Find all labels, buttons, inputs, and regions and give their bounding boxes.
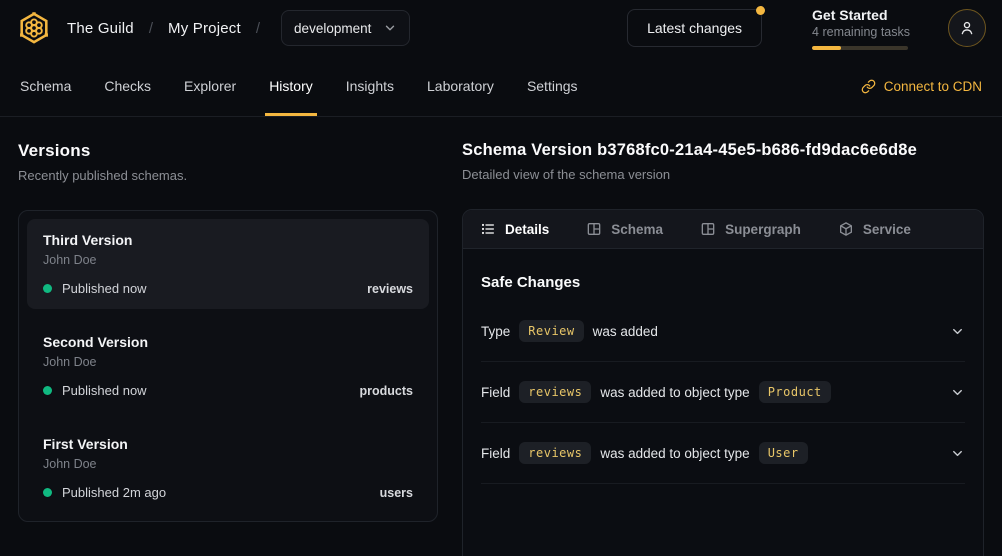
latest-changes-label: Latest changes: [647, 20, 742, 36]
main-content: Versions Recently published schemas. Thi…: [0, 117, 1002, 556]
tab-insights[interactable]: Insights: [346, 56, 394, 116]
detail-tabs: Details Schema S: [463, 210, 983, 249]
detail-tab-service[interactable]: Service: [838, 221, 911, 237]
type-badge: User: [759, 442, 808, 464]
breadcrumb-org[interactable]: The Guild: [67, 20, 134, 37]
get-started-subtitle: 4 remaining tasks: [812, 25, 910, 39]
version-name: First Version: [43, 436, 413, 452]
code-badge: Review: [519, 320, 583, 342]
versions-title: Versions: [18, 141, 438, 161]
connect-to-cdn-link[interactable]: Connect to CDN: [861, 56, 982, 116]
schema-version-subtitle: Detailed view of the schema version: [462, 167, 984, 182]
latest-changes-button[interactable]: Latest changes: [627, 9, 762, 47]
detail-tab-label: Details: [505, 222, 549, 237]
change-prefix: Field: [481, 385, 510, 400]
chevron-down-icon: [950, 385, 965, 400]
version-name: Third Version: [43, 232, 413, 248]
get-started-widget[interactable]: Get Started 4 remaining tasks: [812, 7, 910, 50]
service-name: users: [380, 486, 413, 500]
published-dot-icon: [43, 488, 52, 497]
tab-explorer[interactable]: Explorer: [184, 56, 236, 116]
version-item-third[interactable]: Third Version John Doe Published now rev…: [27, 219, 429, 309]
published-dot-icon: [43, 386, 52, 395]
tab-laboratory[interactable]: Laboratory: [427, 56, 494, 116]
service-name: reviews: [367, 282, 413, 296]
detail-tab-label: Schema: [611, 222, 663, 237]
type-badge: Product: [759, 381, 831, 403]
list-icon: [480, 221, 496, 237]
change-text: was added: [593, 324, 658, 339]
version-author: John Doe: [43, 457, 413, 471]
version-item-second[interactable]: Second Version John Doe Published now pr…: [27, 321, 429, 411]
change-row-field-product[interactable]: Field reviews was added to object type P…: [481, 362, 965, 423]
schema-version-panel: Schema Version b3768fc0-21a4-45e5-b686-f…: [462, 141, 984, 556]
get-started-progress: [812, 46, 908, 50]
version-item-first[interactable]: First Version John Doe Published 2m ago …: [27, 423, 429, 513]
versions-panel: Versions Recently published schemas. Thi…: [18, 141, 438, 556]
panels-icon: [586, 221, 602, 237]
versions-subtitle: Recently published schemas.: [18, 168, 438, 183]
cube-icon: [838, 221, 854, 237]
tab-settings[interactable]: Settings: [527, 56, 578, 116]
get-started-title: Get Started: [812, 7, 910, 23]
detail-body: Safe Changes Type Review was added Field…: [463, 249, 983, 484]
tab-schema[interactable]: Schema: [20, 56, 71, 116]
top-bar: The Guild / My Project / development Lat…: [0, 0, 1002, 56]
detail-tab-schema[interactable]: Schema: [586, 221, 663, 237]
person-icon: [958, 19, 976, 37]
nav-tabs: Schema Checks Explorer History Insights …: [0, 56, 1002, 117]
change-row-type-review[interactable]: Type Review was added: [481, 301, 965, 362]
chevron-down-icon: [383, 21, 397, 35]
connect-to-cdn-label: Connect to CDN: [884, 79, 982, 94]
service-name: products: [360, 384, 413, 398]
change-prefix: Field: [481, 446, 510, 461]
safe-changes-title: Safe Changes: [481, 274, 965, 291]
target-selector[interactable]: development: [281, 10, 410, 46]
tab-checks[interactable]: Checks: [104, 56, 151, 116]
chevron-down-icon: [950, 324, 965, 339]
schema-version-detail-card: Details Schema S: [462, 209, 984, 556]
link-icon: [861, 79, 876, 94]
user-avatar-button[interactable]: [948, 9, 986, 47]
detail-tab-label: Service: [863, 222, 911, 237]
detail-tab-supergraph[interactable]: Supergraph: [700, 221, 801, 237]
change-text: was added to object type: [600, 446, 749, 461]
version-author: John Doe: [43, 253, 413, 267]
progress-fill: [812, 46, 841, 50]
published-time: Published now: [62, 383, 147, 398]
published-time: Published 2m ago: [62, 485, 166, 500]
schema-version-title: Schema Version b3768fc0-21a4-45e5-b686-f…: [462, 141, 984, 160]
published-time: Published now: [62, 281, 147, 296]
target-selector-value: development: [294, 21, 371, 36]
notification-dot: [756, 6, 765, 15]
code-badge: reviews: [519, 381, 591, 403]
versions-list: Third Version John Doe Published now rev…: [18, 210, 438, 522]
version-author: John Doe: [43, 355, 413, 369]
chevron-down-icon: [950, 446, 965, 461]
breadcrumb-separator: /: [256, 20, 260, 37]
published-dot-icon: [43, 284, 52, 293]
detail-tab-details[interactable]: Details: [480, 221, 549, 237]
breadcrumb-project[interactable]: My Project: [168, 20, 241, 37]
breadcrumb-separator: /: [149, 20, 153, 37]
panels-icon: [700, 221, 716, 237]
change-row-field-user[interactable]: Field reviews was added to object type U…: [481, 423, 965, 484]
change-text: was added to object type: [600, 385, 749, 400]
detail-tab-label: Supergraph: [725, 222, 801, 237]
change-prefix: Type: [481, 324, 510, 339]
version-name: Second Version: [43, 334, 413, 350]
code-badge: reviews: [519, 442, 591, 464]
tab-history[interactable]: History: [269, 56, 313, 116]
hive-logo-icon[interactable]: [16, 10, 52, 46]
